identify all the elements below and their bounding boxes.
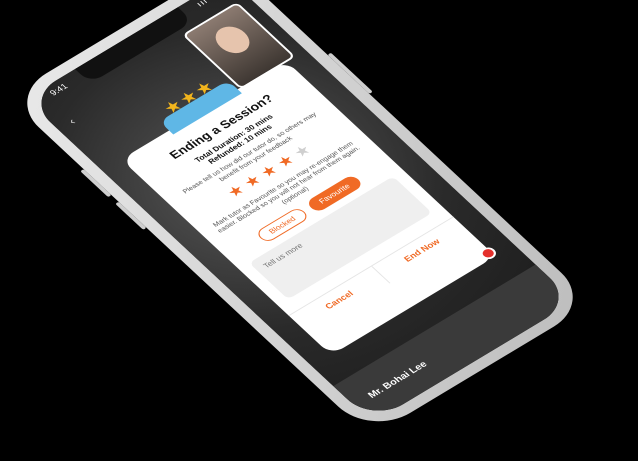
tutor-name: Mr. Bohai Lee xyxy=(366,359,430,401)
avatar xyxy=(208,21,257,59)
star-5-icon[interactable]: ★ xyxy=(290,142,314,160)
star-1-icon[interactable]: ★ xyxy=(224,182,248,200)
phone-mockup: 9:41 ııl ≋ ‹ ★★★ Ending a Session? Total… xyxy=(6,0,594,437)
star-3-icon[interactable]: ★ xyxy=(257,162,281,180)
star-2-icon[interactable]: ★ xyxy=(241,172,265,190)
phone-screen: 9:41 ııl ≋ ‹ ★★★ Ending a Session? Total… xyxy=(25,0,575,423)
star-4-icon[interactable]: ★ xyxy=(274,152,298,170)
scene: 9:41 ııl ≋ ‹ ★★★ Ending a Session? Total… xyxy=(0,0,638,461)
